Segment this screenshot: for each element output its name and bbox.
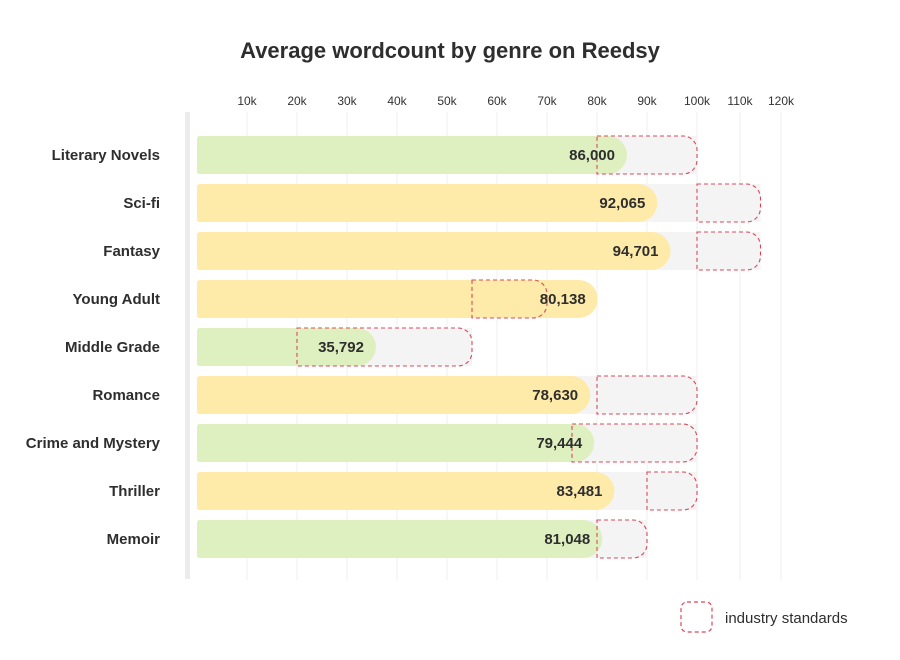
bar bbox=[197, 136, 627, 174]
value-label: 94,701 bbox=[613, 243, 659, 260]
bar-row: Crime and Mystery 79,444 bbox=[26, 423, 698, 463]
x-tick-label: 20k bbox=[287, 94, 307, 108]
x-tick-label: 90k bbox=[637, 94, 657, 108]
x-tick-label: 10k bbox=[237, 94, 257, 108]
value-label: 83,481 bbox=[557, 483, 603, 500]
legend: industry standards bbox=[680, 601, 848, 633]
bar-row: Middle Grade 35,792 bbox=[65, 327, 473, 367]
category-label: Memoir bbox=[107, 531, 161, 548]
value-label: 35,792 bbox=[318, 339, 364, 356]
x-tick-label: 50k bbox=[437, 94, 457, 108]
category-label: Sci-fi bbox=[123, 195, 160, 212]
value-label: 80,138 bbox=[540, 291, 586, 308]
wordcount-chart: Average wordcount by genre on Reedsy 10k… bbox=[26, 38, 848, 633]
bar bbox=[197, 424, 595, 462]
legend-label: industry standards bbox=[725, 610, 848, 627]
category-label: Middle Grade bbox=[65, 339, 160, 356]
x-tick-label: 110k bbox=[727, 94, 753, 108]
bar-row: Romance 78,630 bbox=[92, 375, 698, 415]
x-tick-label: 70k bbox=[537, 94, 557, 108]
bar bbox=[197, 472, 615, 510]
x-axis-ticks: 10k 20k 30k 40k 50k 60k 70k 80k 90k 100k 110k 120k bbox=[237, 94, 795, 108]
bar bbox=[197, 184, 658, 222]
x-tick-label: 40k bbox=[387, 94, 407, 108]
category-label: Fantasy bbox=[103, 243, 160, 260]
bar-row: Young Adult 80,138 bbox=[73, 279, 598, 319]
bar bbox=[197, 280, 598, 318]
x-tick-label: 60k bbox=[487, 94, 507, 108]
value-label: 86,000 bbox=[569, 147, 615, 164]
value-label: 79,444 bbox=[536, 435, 583, 452]
bar bbox=[197, 232, 671, 270]
value-label: 92,065 bbox=[599, 195, 645, 212]
category-label: Thriller bbox=[109, 483, 160, 500]
x-tick-label: 100k bbox=[684, 94, 711, 108]
value-label: 81,048 bbox=[544, 531, 590, 548]
x-tick-label: 80k bbox=[587, 94, 607, 108]
bar bbox=[197, 376, 591, 414]
y-axis-line bbox=[185, 112, 190, 579]
x-tick-label: 30k bbox=[337, 94, 357, 108]
chart-title: Average wordcount by genre on Reedsy bbox=[240, 38, 660, 63]
category-label: Young Adult bbox=[73, 291, 160, 308]
bar-row: Fantasy 94,701 bbox=[103, 231, 762, 271]
x-tick-label: 120k bbox=[768, 94, 795, 108]
bar-row: Thriller 83,481 bbox=[109, 471, 698, 511]
bar-row: Literary Novels 86,000 bbox=[52, 135, 698, 175]
category-label: Crime and Mystery bbox=[26, 435, 161, 452]
bar bbox=[197, 520, 603, 558]
category-label: Romance bbox=[92, 387, 160, 404]
legend-swatch-industry-standards bbox=[680, 601, 713, 633]
value-label: 78,630 bbox=[532, 387, 578, 404]
category-label: Literary Novels bbox=[52, 147, 160, 164]
bar-row: Sci-fi 92,065 bbox=[123, 183, 762, 223]
bar-rows: Literary Novels 86,000 Sci-fi 92,065 Fantasy… bbox=[26, 135, 762, 559]
